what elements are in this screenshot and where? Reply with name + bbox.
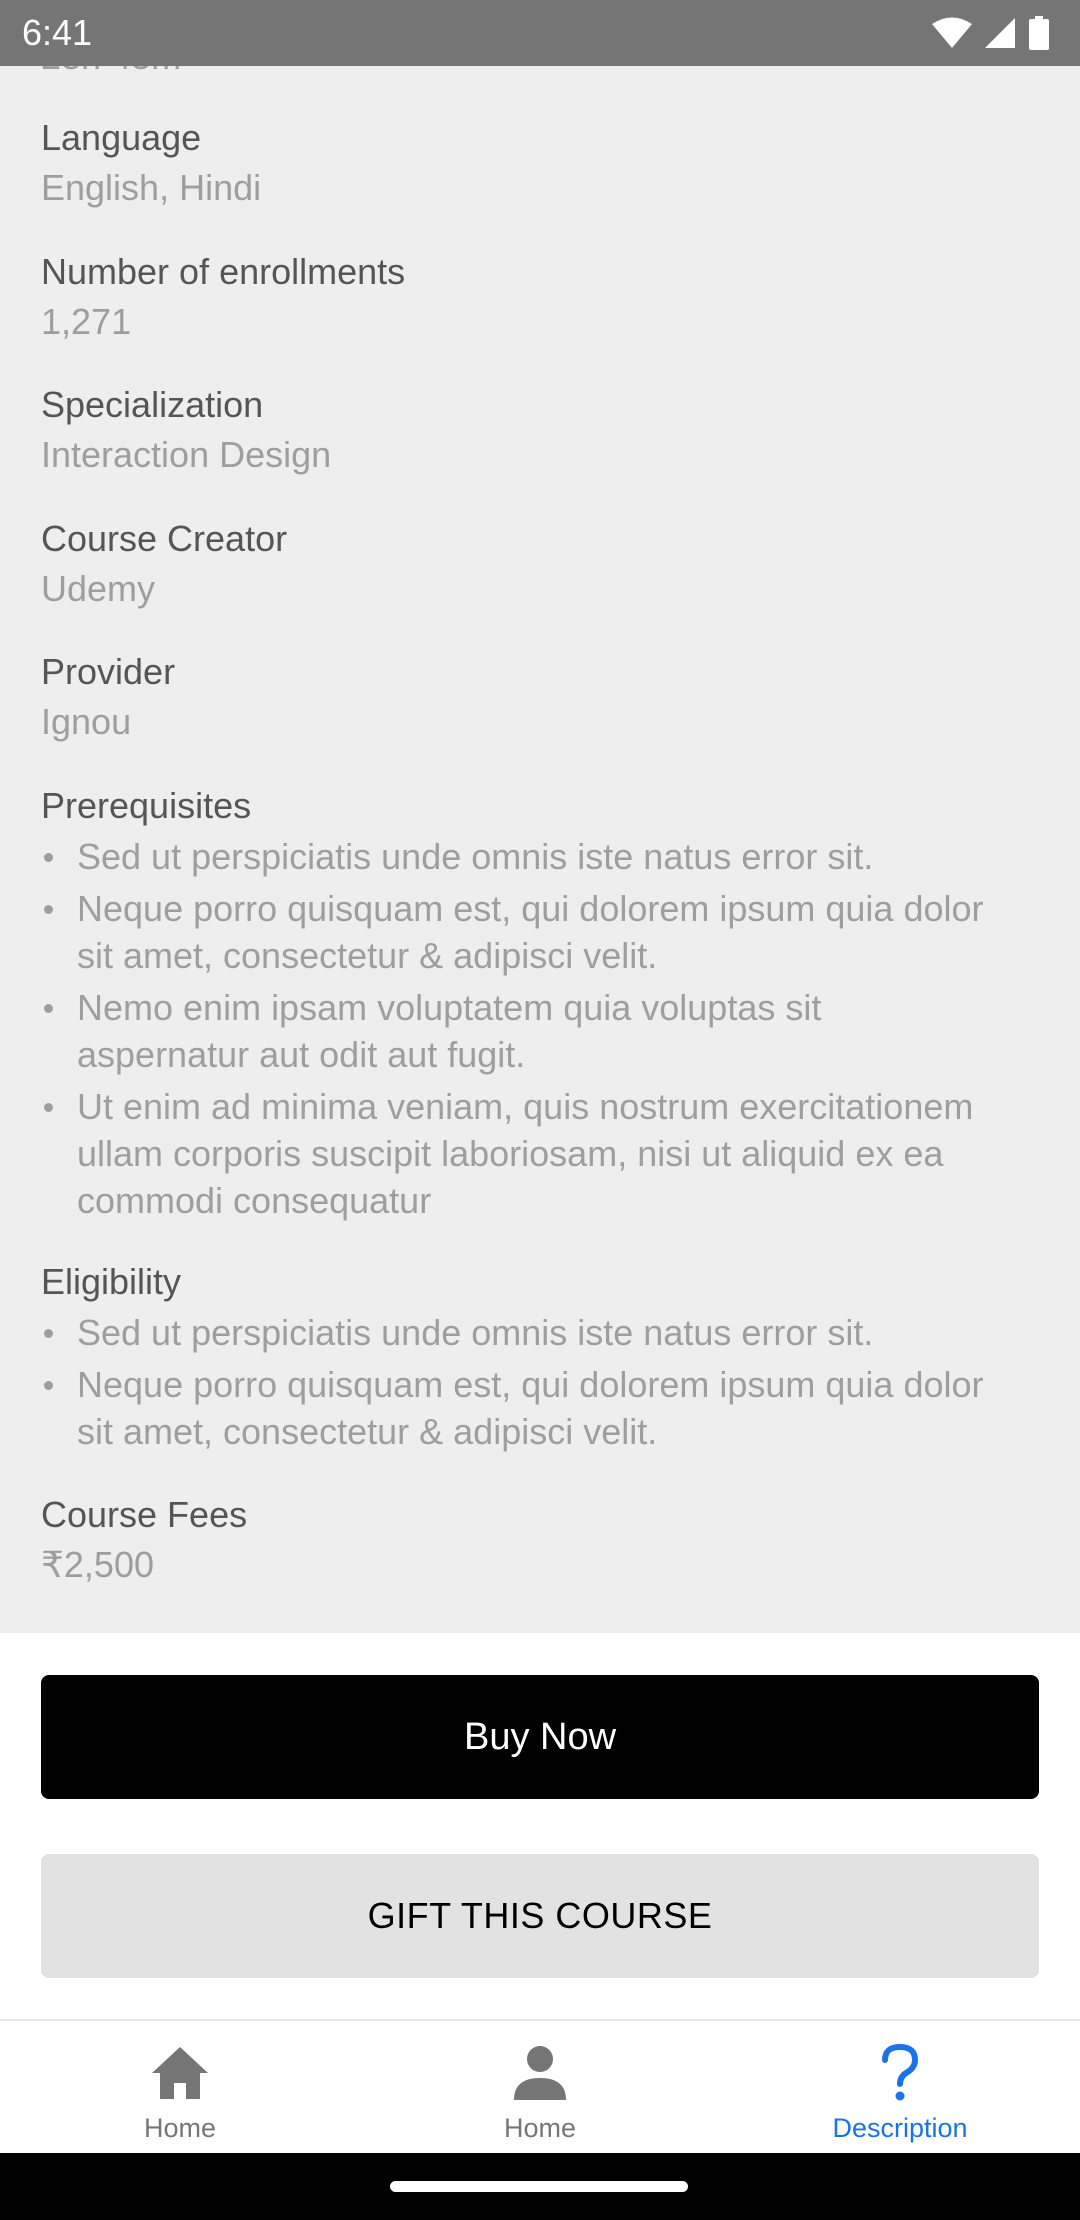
provider-label: Provider — [41, 651, 176, 692]
nav-label-description: Description — [832, 2113, 968, 2143]
course-details-panel: 28h 45m Language English, Hindi Number o… — [0, 0, 1080, 1633]
provider-value: Ignou — [41, 701, 132, 742]
provider-field: Provider Ignou — [41, 647, 1041, 747]
course-creator-field: Course Creator Udemy — [41, 514, 1041, 614]
enrollments-field: Number of enrollments 1,271 — [41, 247, 1041, 347]
buy-now-button[interactable]: Buy Now — [41, 1675, 1039, 1799]
nav-label-home: Home — [143, 2113, 217, 2143]
course-fees-value: ₹2,500 — [41, 1544, 154, 1585]
eligibility-section: Eligibility Sed ut perspiciatis unde omn… — [41, 1257, 1041, 1460]
eligibility-label: Eligibility — [41, 1261, 182, 1302]
language-value: English, Hindi — [41, 167, 262, 208]
list-item: Neque porro quisquam est, qui dolorem ip… — [41, 1361, 1040, 1455]
nav-item-profile[interactable]: Home — [360, 2021, 720, 2153]
enrollments-value: 1,271 — [41, 301, 132, 342]
eligibility-list: Sed ut perspiciatis unde omnis iste natu… — [41, 1309, 1040, 1460]
prerequisites-list: Sed ut perspiciatis unde omnis iste natu… — [41, 833, 1040, 1229]
prerequisites-section: Prerequisites Sed ut perspiciatis unde o… — [41, 781, 1041, 1229]
language-label: Language — [41, 117, 202, 158]
status-icons — [932, 16, 1050, 50]
status-time: 6:41 — [22, 12, 93, 53]
language-field: Language English, Hindi — [41, 113, 1041, 213]
specialization-label: Specialization — [41, 384, 264, 425]
specialization-value: Interaction Design — [41, 434, 332, 475]
list-item: Nemo enim ipsam voluptatem quia voluptas… — [41, 984, 1040, 1078]
course-creator-value: Udemy — [41, 568, 156, 609]
gift-course-button[interactable]: GIFT THIS COURSE — [41, 1854, 1039, 1978]
course-fees-field: Course Fees ₹2,500 — [41, 1490, 1041, 1590]
bottom-navigation: Home Home Description — [0, 2019, 1080, 2153]
course-actions: Buy Now GIFT THIS COURSE — [0, 1633, 1080, 2019]
battery-icon — [1029, 16, 1049, 50]
nav-label-profile: Home — [503, 2113, 577, 2143]
question-icon — [880, 2041, 920, 2105]
list-item: Sed ut perspiciatis unde omnis iste natu… — [41, 1309, 1040, 1356]
course-fees-label: Course Fees — [41, 1494, 248, 1535]
specialization-field: Specialization Interaction Design — [41, 380, 1041, 480]
course-creator-label: Course Creator — [41, 518, 288, 559]
signal-icon — [985, 18, 1015, 48]
wifi-icon — [932, 17, 972, 48]
list-item: Sed ut perspiciatis unde omnis iste natu… — [41, 833, 1040, 880]
home-icon — [150, 2041, 210, 2105]
nav-item-home[interactable]: Home — [0, 2021, 360, 2153]
nav-item-description[interactable]: Description — [720, 2021, 1080, 2153]
system-navigation-bar — [0, 2153, 1080, 2220]
status-bar: 6:41 — [0, 0, 1080, 66]
enrollments-label: Number of enrollments — [41, 251, 406, 292]
list-item: Ut enim ad minima veniam, quis nostrum e… — [41, 1083, 1040, 1224]
list-item: Neque porro quisquam est, qui dolorem ip… — [41, 885, 1040, 979]
home-gesture-handle[interactable] — [390, 2181, 688, 2192]
prerequisites-label: Prerequisites — [41, 785, 252, 826]
person-icon — [512, 2041, 568, 2105]
